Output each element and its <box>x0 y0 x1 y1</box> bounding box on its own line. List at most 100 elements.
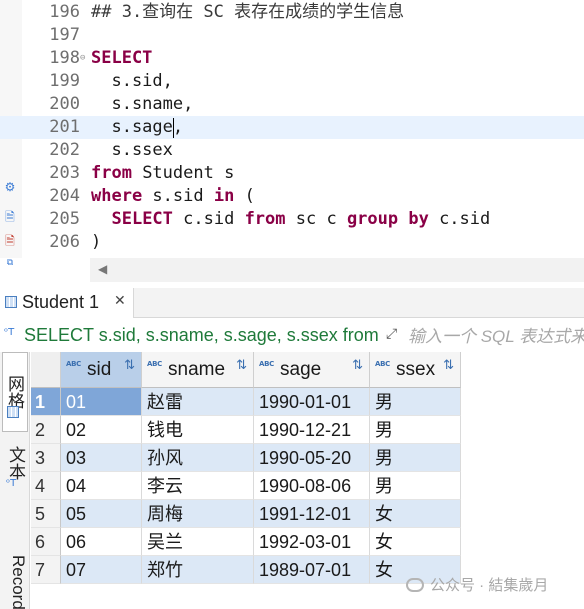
tab-record-view[interactable]: Record <box>2 552 28 609</box>
sql-token: ) <box>91 232 102 252</box>
sql-keyword: SELECT <box>111 209 173 229</box>
code-text: ## 3.查询在 SC 表存在成绩的学生信息 <box>91 1 404 24</box>
row-number[interactable]: 7 <box>31 556 61 584</box>
code-line[interactable]: 200 s.sname, <box>0 93 584 116</box>
cell-sid[interactable]: 06 <box>61 528 142 556</box>
code-line[interactable]: 199 s.sid, <box>0 70 584 93</box>
code-text: s.sid, <box>91 70 173 93</box>
sort-filter-icon[interactable]: ⇅ <box>352 358 363 373</box>
tab-student-1[interactable]: Student 1 ✕ <box>0 288 134 318</box>
cell-ssex[interactable]: 男 <box>370 388 461 416</box>
variables-icon[interactable]: ⧉ <box>3 256 17 270</box>
line-number: 204 <box>49 186 80 206</box>
row-number[interactable]: 3 <box>31 444 61 472</box>
cell-ssex[interactable]: 男 <box>370 416 461 444</box>
sort-filter-icon[interactable]: ⇅ <box>443 358 454 373</box>
cell-sage[interactable]: 1991-12-01 <box>254 500 370 528</box>
row-number[interactable]: 2 <box>31 416 61 444</box>
cell-sage[interactable]: 1992-03-01 <box>254 528 370 556</box>
sql-token: c.sid <box>428 209 491 229</box>
row-number[interactable]: 6 <box>31 528 61 556</box>
column-header-sage[interactable]: ABC sage ⇅ <box>254 352 370 388</box>
table-row[interactable]: 6 06 吴兰 1992-03-01 女 <box>31 528 461 556</box>
cell-ssex[interactable]: 男 <box>370 444 461 472</box>
cell-ssex[interactable]: 女 <box>370 500 461 528</box>
cell-sage[interactable]: 1990-05-20 <box>254 444 370 472</box>
column-header-sid[interactable]: ABC sid ⇅ <box>61 352 142 388</box>
code-line[interactable]: 201 s.sage, <box>0 116 584 139</box>
sql-editor[interactable]: ⚙ 🗎 🗎 ⧉ 196 ## 3.查询在 SC 表存在成绩的学生信息 197 198 ⊖… <box>0 0 584 268</box>
code-line[interactable]: 197 <box>0 24 584 47</box>
sort-filter-icon[interactable]: ⇅ <box>236 358 247 373</box>
grid-corner[interactable] <box>31 352 61 388</box>
sql-token: s.sname, <box>91 94 194 114</box>
sql-token: s.sid, <box>91 71 173 91</box>
fold-toggle-icon[interactable]: ⊖ <box>80 47 85 70</box>
line-number: 198 <box>49 48 80 68</box>
row-number[interactable]: 1 <box>31 388 61 416</box>
table-row[interactable]: 3 03 孙风 1990-05-20 男 <box>31 444 461 472</box>
cell-sage[interactable]: 1990-01-01 <box>254 388 370 416</box>
row-number[interactable]: 4 <box>31 472 61 500</box>
cell-sname[interactable]: 周梅 <box>142 500 254 528</box>
grid-icon <box>7 406 19 418</box>
expand-icon[interactable]: ⤢ <box>386 326 397 342</box>
cell-sname[interactable]: 李云 <box>142 472 254 500</box>
table-icon <box>5 296 17 308</box>
sql-token: s.sid <box>142 186 214 206</box>
sql-token: sc c <box>285 209 347 229</box>
code-line[interactable]: 203 from Student s <box>0 162 584 185</box>
cell-sid[interactable]: 02 <box>61 416 142 444</box>
code-line[interactable]: 202 s.ssex <box>0 139 584 162</box>
query-text: SELECT s.sid, s.sname, s.sage, s.ssex fr… <box>24 325 378 345</box>
column-name: sage <box>280 359 322 380</box>
cell-sage[interactable]: 1990-08-06 <box>254 472 370 500</box>
cell-sid[interactable]: 01 <box>61 388 142 416</box>
cell-sid[interactable]: 03 <box>61 444 142 472</box>
cell-sname[interactable]: 吴兰 <box>142 528 254 556</box>
code-line[interactable]: 196 ## 3.查询在 SC 表存在成绩的学生信息 <box>0 1 584 24</box>
table-row[interactable]: 5 05 周梅 1991-12-01 女 <box>31 500 461 528</box>
cell-ssex[interactable]: 女 <box>370 528 461 556</box>
sort-filter-icon[interactable]: ⇅ <box>124 358 135 373</box>
cell-sname[interactable]: 郑竹 <box>142 556 254 584</box>
cell-sage[interactable]: 1990-12-21 <box>254 416 370 444</box>
type-badge: ABC <box>375 360 390 368</box>
code-text: from Student s <box>91 162 234 185</box>
filter-bar: ᵒT SELECT s.sid, s.sname, s.sage, s.ssex… <box>0 322 584 350</box>
sql-token: s.sage, <box>91 117 184 137</box>
code-line[interactable]: 198 ⊖ SELECT <box>0 47 584 70</box>
column-header-ssex[interactable]: ABC ssex ⇅ <box>370 352 461 388</box>
editor-horizontal-scrollbar[interactable]: ◀ <box>90 258 584 282</box>
code-line[interactable]: 206) <box>0 231 584 254</box>
table-row[interactable]: 1 01 赵雷 1990-01-01 男 <box>31 388 461 416</box>
close-icon[interactable]: ✕ <box>114 293 126 309</box>
watermark: 公众号 · 結集歲月 <box>406 574 548 595</box>
sql-keyword: in <box>213 186 235 206</box>
column-header-sname[interactable]: ABC sname ⇅ <box>142 352 254 388</box>
cell-ssex[interactable]: 男 <box>370 472 461 500</box>
cell-sname[interactable]: 孙风 <box>142 444 254 472</box>
code-line[interactable]: 205 SELECT c.sid from sc c group by c.si… <box>0 208 584 231</box>
cell-sid[interactable]: 05 <box>61 500 142 528</box>
cell-sid[interactable]: 04 <box>61 472 142 500</box>
cell-sid[interactable]: 07 <box>61 556 142 584</box>
scroll-left-icon[interactable]: ◀ <box>98 262 107 276</box>
table-row[interactable]: 4 04 李云 1990-08-06 男 <box>31 472 461 500</box>
cell-sage[interactable]: 1989-07-01 <box>254 556 370 584</box>
sql-keyword: from <box>91 163 132 183</box>
filter-input[interactable] <box>408 325 584 349</box>
code-line[interactable]: 204 where s.sid in ( <box>0 185 584 208</box>
line-number: 196 <box>49 2 80 22</box>
table-row[interactable]: 2 02 钱电 1990-12-21 男 <box>31 416 461 444</box>
cell-sname[interactable]: 赵雷 <box>142 388 254 416</box>
wechat-logo-icon <box>406 578 424 592</box>
tab-grid-label: 网格 <box>5 375 24 409</box>
table-row[interactable]: 7 07 郑竹 1989-07-01 女 <box>31 556 461 584</box>
cell-sname[interactable]: 钱电 <box>142 416 254 444</box>
tab-grid-view[interactable]: 网格 <box>2 352 28 432</box>
tab-record-label: Record <box>9 554 28 609</box>
sql-token: Student s <box>131 163 235 183</box>
row-number[interactable]: 5 <box>31 500 61 528</box>
